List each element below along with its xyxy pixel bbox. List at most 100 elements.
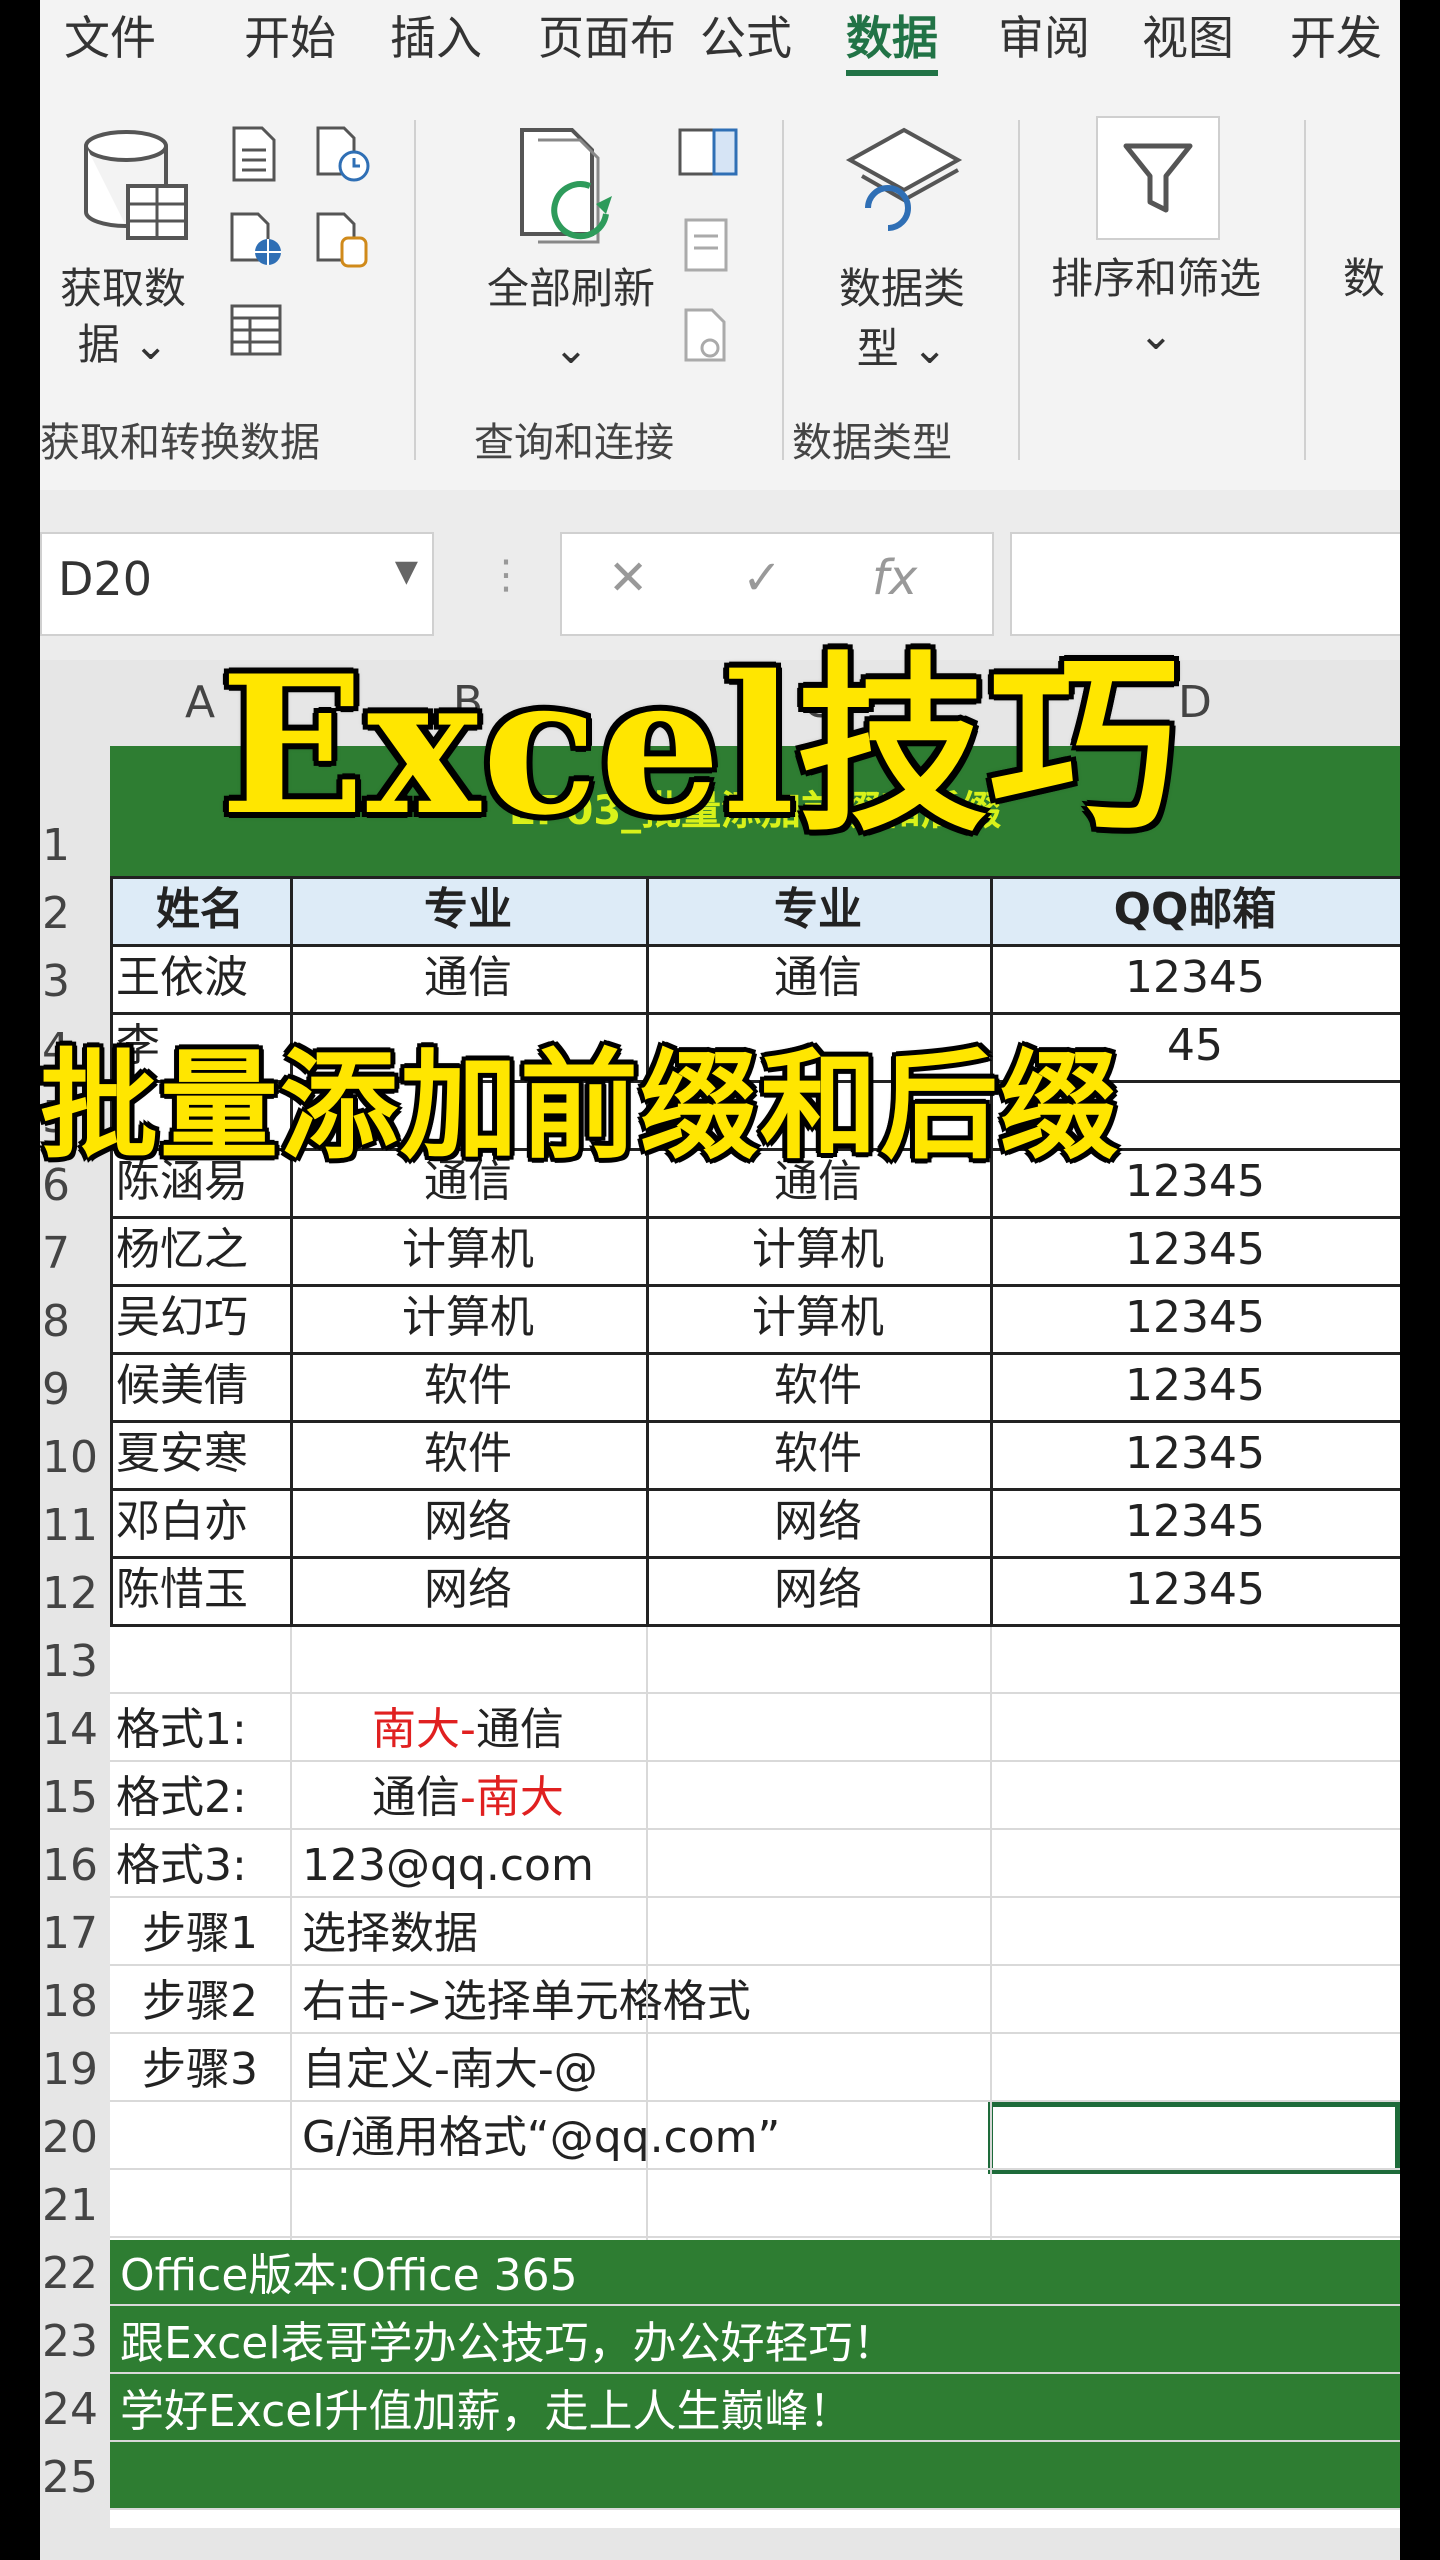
tab-page-layout[interactable]: 页面布 bbox=[538, 0, 676, 80]
cell-qq[interactable]: 12345 bbox=[990, 1488, 1400, 1556]
step2-text[interactable]: 右击->选择单元格格式 bbox=[302, 1968, 1002, 2036]
row-header[interactable]: 13 bbox=[40, 1624, 110, 1692]
cell-name[interactable]: 候美倩 bbox=[116, 1352, 290, 1420]
cell-name[interactable]: 陈惜玉 bbox=[116, 1556, 290, 1624]
tab-data[interactable]: 数据 bbox=[846, 0, 938, 80]
cell-major[interactable]: 计算机 bbox=[290, 1216, 646, 1284]
properties-icon[interactable] bbox=[676, 216, 740, 276]
format3-value[interactable]: 123@qq.com bbox=[302, 1832, 902, 1900]
row-header[interactable]: 1 bbox=[40, 746, 110, 876]
group-separator bbox=[782, 120, 784, 460]
cell-qq[interactable]: 12345 bbox=[990, 1420, 1400, 1488]
row-header[interactable]: 24 bbox=[40, 2372, 110, 2440]
format2-cell[interactable]: 通信-南大 bbox=[290, 1764, 646, 1832]
header-major-2[interactable]: 专业 bbox=[646, 876, 990, 944]
cell-major[interactable]: 网络 bbox=[290, 1556, 646, 1624]
row-header[interactable]: 14 bbox=[40, 1692, 110, 1760]
cell-major-2[interactable]: 软件 bbox=[646, 1420, 990, 1488]
tab-file[interactable]: 文件 bbox=[64, 0, 156, 80]
cell-major[interactable]: 软件 bbox=[290, 1420, 646, 1488]
footer-line-3[interactable]: 学好Excel升值加薪，走上人生巅峰！ bbox=[120, 2380, 1390, 2444]
row-header[interactable]: 22 bbox=[40, 2236, 110, 2304]
data-tools-partial-label[interactable]: 数 bbox=[1334, 250, 1394, 308]
row-header[interactable]: 18 bbox=[40, 1964, 110, 2032]
header-major[interactable]: 专业 bbox=[290, 876, 646, 944]
row-header[interactable]: 16 bbox=[40, 1828, 110, 1896]
cell-major[interactable]: 通信 bbox=[290, 944, 646, 1012]
step1-label[interactable]: 步骤1 bbox=[110, 1900, 290, 1968]
cell-major[interactable]: 计算机 bbox=[290, 1284, 646, 1352]
row-header[interactable]: 19 bbox=[40, 2032, 110, 2100]
group-separator bbox=[414, 120, 416, 460]
from-text-icon[interactable] bbox=[226, 124, 282, 184]
cell-name[interactable]: 杨忆之 bbox=[116, 1216, 290, 1284]
cell-qq[interactable]: 12345 bbox=[990, 1556, 1400, 1624]
existing-connections-icon[interactable] bbox=[312, 210, 372, 270]
row-header[interactable]: 10 bbox=[40, 1420, 110, 1488]
edit-links-icon[interactable] bbox=[676, 306, 740, 366]
from-table-icon[interactable] bbox=[226, 300, 286, 360]
row-header[interactable]: 9 bbox=[40, 1352, 110, 1420]
row-header[interactable]: 11 bbox=[40, 1488, 110, 1556]
row-header[interactable]: 2 bbox=[40, 876, 110, 944]
step3-text[interactable]: 自定义-南大-@ bbox=[302, 2036, 1002, 2104]
ribbon-data: 获取数 据 ⌄ 获取和转换数据 全部刷新 ⌄ 查询和连接 数据类 型 ⌄ 数据类… bbox=[40, 80, 1400, 492]
table-border bbox=[110, 1352, 1400, 1355]
cell-name[interactable]: 吴幻巧 bbox=[116, 1284, 290, 1352]
tab-formulas[interactable]: 公式 bbox=[700, 0, 792, 80]
row-header[interactable]: 25 bbox=[40, 2440, 110, 2508]
footer-office-version[interactable]: Office版本:Office 365 bbox=[120, 2244, 1390, 2308]
cell-major-2[interactable]: 计算机 bbox=[646, 1216, 990, 1284]
row-header[interactable]: 23 bbox=[40, 2304, 110, 2372]
chevron-down-icon: ⌄ bbox=[553, 324, 589, 373]
row-header[interactable]: 7 bbox=[40, 1216, 110, 1284]
cell-name[interactable]: 夏安寒 bbox=[116, 1420, 290, 1488]
queries-connections-icon[interactable] bbox=[676, 124, 740, 184]
format1-cell[interactable]: 南大-通信 bbox=[290, 1696, 646, 1764]
cell-name[interactable]: 王依波 bbox=[116, 944, 290, 1012]
tab-view[interactable]: 视图 bbox=[1142, 0, 1234, 80]
group-separator bbox=[1018, 120, 1020, 460]
tab-insert[interactable]: 插入 bbox=[390, 0, 482, 80]
cell-qq[interactable]: 12345 bbox=[990, 1284, 1400, 1352]
tab-home[interactable]: 开始 bbox=[244, 0, 336, 80]
header-qq-email[interactable]: QQ邮箱 bbox=[990, 876, 1400, 944]
row-header[interactable]: 15 bbox=[40, 1760, 110, 1828]
active-cell-d20[interactable] bbox=[988, 2102, 1400, 2174]
step2-label[interactable]: 步骤2 bbox=[110, 1968, 290, 2036]
row-header[interactable]: 12 bbox=[40, 1556, 110, 1624]
format3-label[interactable]: 格式3: bbox=[116, 1832, 290, 1900]
cell-qq[interactable]: 12345 bbox=[990, 1352, 1400, 1420]
cell-major-2[interactable]: 网络 bbox=[646, 1488, 990, 1556]
format1-value: 通信 bbox=[475, 1704, 564, 1755]
database-icon bbox=[84, 130, 188, 240]
format2-label[interactable]: 格式2: bbox=[116, 1764, 290, 1832]
tab-developer[interactable]: 开发 bbox=[1290, 0, 1382, 80]
data-types-label-2: 型 ⌄ bbox=[856, 324, 948, 373]
footer-line-2[interactable]: 跟Excel表哥学办公技巧，办公好轻巧！ bbox=[120, 2312, 1390, 2376]
row-header[interactable]: 8 bbox=[40, 1284, 110, 1352]
step3-label[interactable]: 步骤3 bbox=[110, 2036, 290, 2104]
step1-text[interactable]: 选择数据 bbox=[302, 1900, 1002, 1968]
row20-format-text[interactable]: G/通用格式“@qq.com” bbox=[302, 2104, 982, 2172]
cell-major[interactable]: 网络 bbox=[290, 1488, 646, 1556]
cell-major-2[interactable]: 通信 bbox=[646, 944, 990, 1012]
cell-major-2[interactable]: 网络 bbox=[646, 1556, 990, 1624]
cell-major-2[interactable]: 软件 bbox=[646, 1352, 990, 1420]
row-header[interactable]: 20 bbox=[40, 2100, 110, 2168]
cell-major[interactable]: 软件 bbox=[290, 1352, 646, 1420]
cell-qq[interactable]: 12345 bbox=[990, 1216, 1400, 1284]
format1-label[interactable]: 格式1: bbox=[116, 1696, 290, 1764]
row-header[interactable]: 3 bbox=[40, 944, 110, 1012]
from-web-icon[interactable] bbox=[226, 210, 286, 270]
recent-sources-icon[interactable] bbox=[312, 124, 372, 184]
header-name[interactable]: 姓名 bbox=[110, 876, 290, 944]
sheet-tab-bar[interactable] bbox=[40, 2528, 1400, 2560]
cell-qq[interactable]: 12345 bbox=[990, 944, 1400, 1012]
grid-line bbox=[290, 1624, 292, 2240]
cell-major-2[interactable]: 计算机 bbox=[646, 1284, 990, 1352]
tab-review[interactable]: 审阅 bbox=[998, 0, 1090, 80]
cell-name[interactable]: 邓白亦 bbox=[116, 1488, 290, 1556]
row-header[interactable]: 21 bbox=[40, 2168, 110, 2236]
row-header[interactable]: 17 bbox=[40, 1896, 110, 1964]
